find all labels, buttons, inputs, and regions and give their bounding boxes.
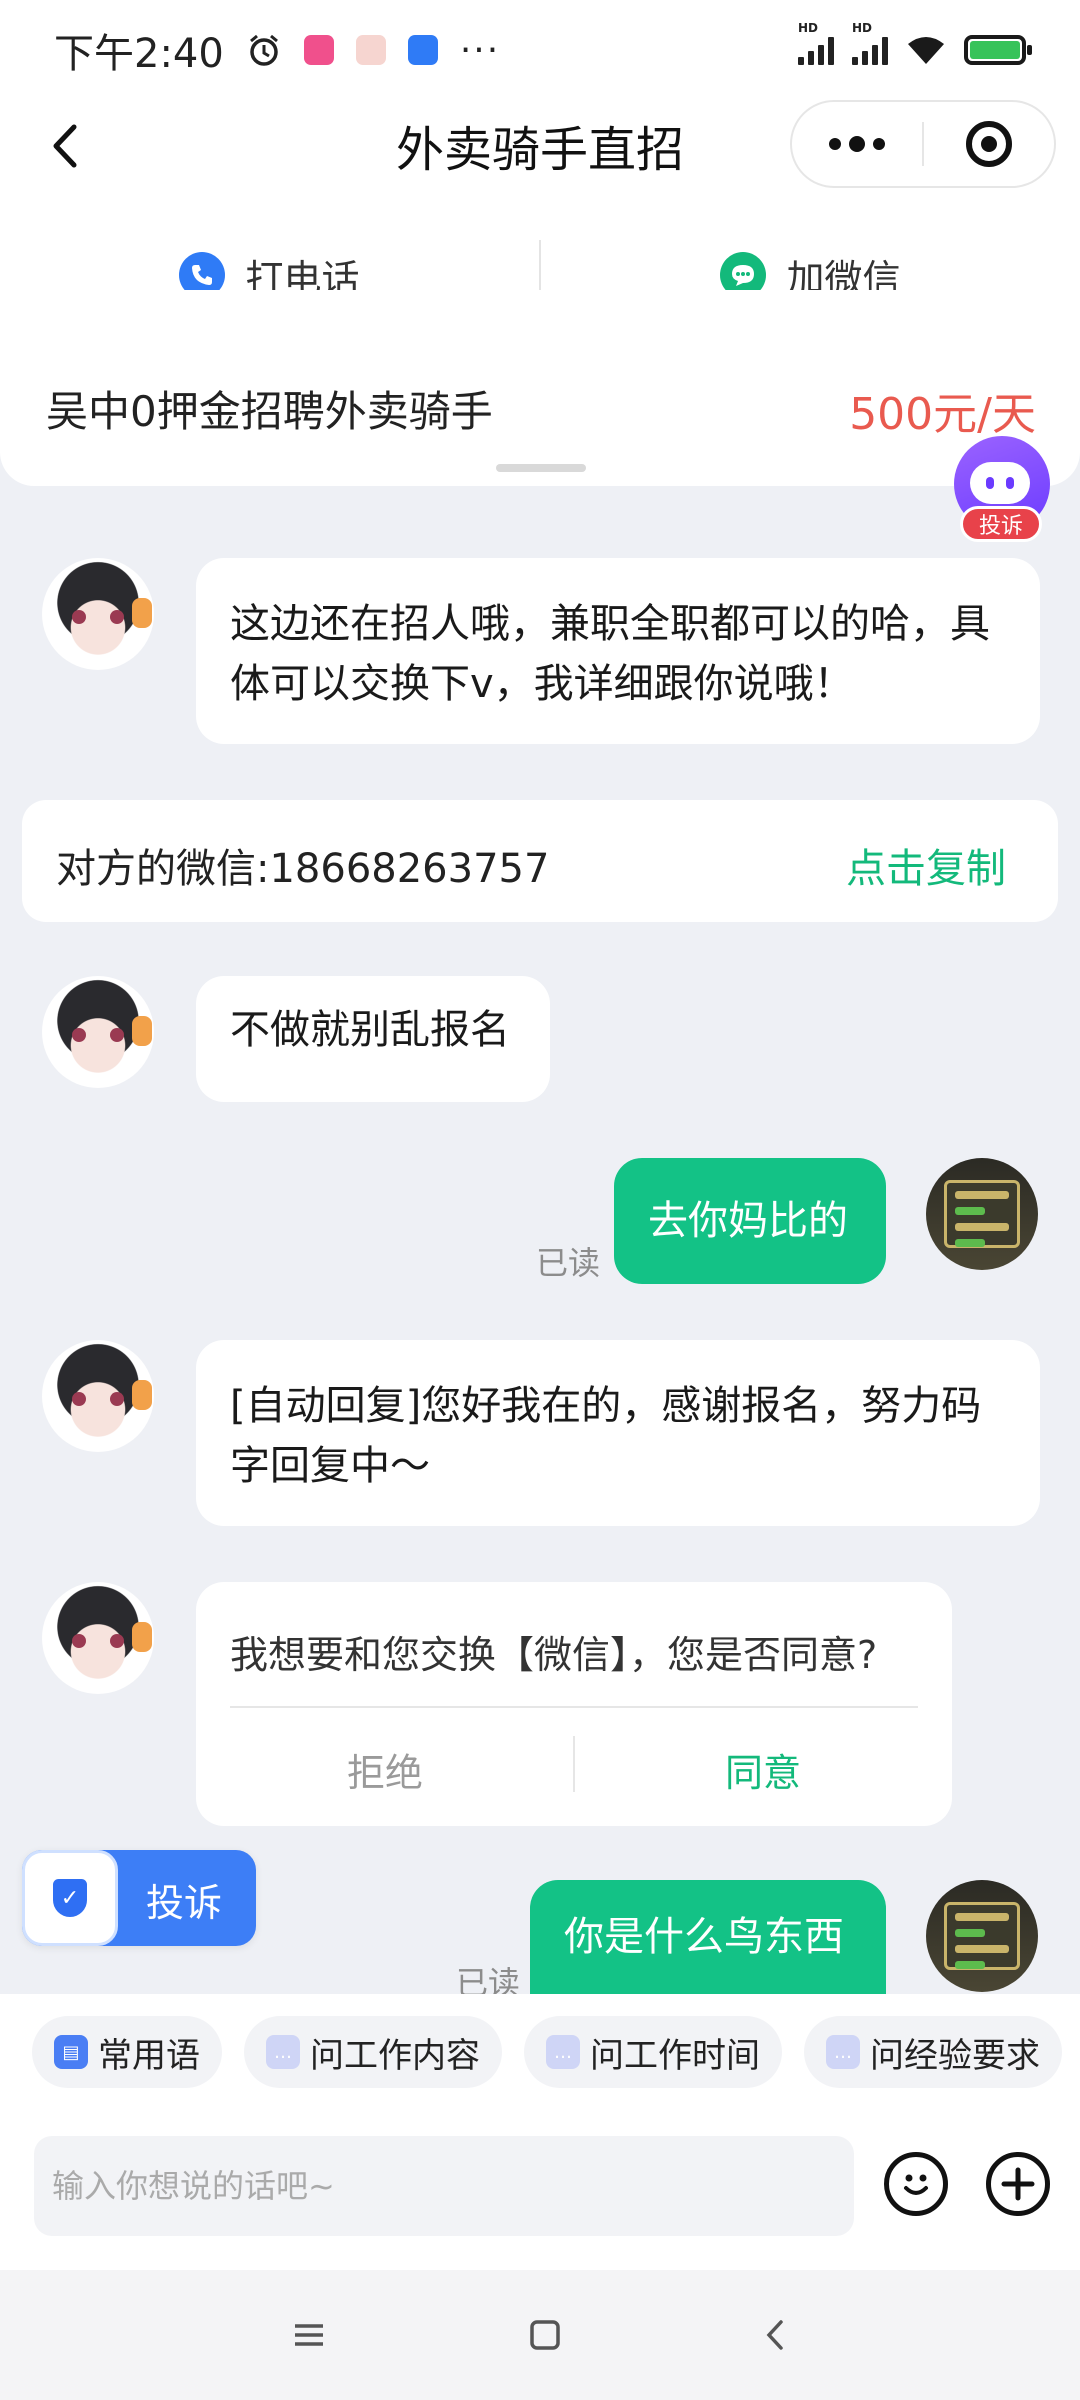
chip-label: 问经验要求 [870,2035,1040,2076]
wechat-id-label: 对方的微信:18668263757 [56,846,550,892]
message-bubble: 这边还在招人哦，兼职全职都可以的哈，具体可以交换下v，我详细跟你说哦！ [196,558,1040,744]
job-card[interactable]: 吴中0押金招聘外卖骑手 500元/天 [0,290,1080,486]
mini-program-capsule [790,100,1056,188]
book-icon: ▤ [54,2035,88,2069]
plus-button[interactable] [986,2152,1050,2216]
quick-reply-chips: ▤ 常用语 … 问工作内容 … 问工作时间 … 问经验要求 [32,2016,1062,2088]
battery-icon [964,35,1032,65]
status-right: HD HD [798,21,1032,66]
read-receipt: 已读 [536,1244,601,1282]
chat-icon: … [266,2035,300,2069]
avatar[interactable] [42,558,154,670]
chip-common-phrases[interactable]: ▤ 常用语 [32,2016,222,2088]
signal-icon: HD [852,21,888,65]
job-salary: 500元/天 [849,389,1036,440]
robot-face [970,462,1030,504]
status-bar: 下午2:40 ··· HD HD [0,0,1080,100]
app-notification-icon [303,35,334,65]
header: 外卖骑手直招 打电话 加微信 [0,100,1080,310]
chip-ask-work-hours[interactable]: … 问工作时间 [524,2016,782,2088]
wechat-id-card: 对方的微信:18668263757 点击复制 [22,800,1058,922]
drag-handle[interactable] [496,464,586,472]
back-icon[interactable] [761,2317,791,2353]
avatar[interactable] [42,976,154,1088]
copy-button[interactable]: 点击复制 [846,836,1006,894]
report-label: 投诉 [146,1881,223,1925]
wifi-icon [908,37,944,64]
shield-icon-wrap: ✓ [22,1850,118,1946]
refuse-button[interactable]: 拒绝 [196,1742,574,1797]
app-notification-icon [407,35,438,65]
shield-check-icon: ✓ [53,1879,87,1917]
status-left: 下午2:40 ··· [54,21,500,79]
my-avatar[interactable] [926,1880,1038,1992]
avatar[interactable] [42,1582,154,1694]
complaint-bot-button[interactable]: 投诉 [952,436,1052,546]
complaint-tag: 投诉 [960,506,1042,542]
emoji-button[interactable] [884,2152,948,2216]
wechat-exchange-request: 我想要和您交换【微信】，您是否同意? 拒绝 同意 [196,1582,952,1826]
my-message-bubble: 你是什么鸟东西 [530,1880,886,1994]
chat-icon: … [546,2035,580,2069]
my-message-bubble: 去你妈比的 [614,1158,886,1284]
plus-icon [1001,2167,1035,2201]
divider [230,1706,918,1708]
signal-icon: HD [798,21,834,65]
more-options-button[interactable] [792,136,922,152]
job-title: 吴中0押金招聘外卖骑手 [46,387,493,436]
message-bubble: [自动回复]您好我在的，感谢报名，努力码字回复中～ [196,1340,1040,1526]
message-input[interactable] [34,2136,854,2236]
system-nav-bar [0,2270,1080,2400]
home-icon[interactable] [527,2317,563,2353]
smiley-icon [904,2174,928,2195]
message-bubble: 不做就别乱报名 [196,976,550,1102]
hd-label: HD [798,21,819,35]
agree-button[interactable]: 同意 [574,1742,952,1797]
chip-label: 问工作时间 [590,2035,760,2076]
status-time: 下午2:40 [54,31,224,77]
chip-label: 常用语 [98,2035,200,2076]
close-button[interactable] [924,121,1054,167]
report-button[interactable]: ✓ 投诉 [22,1850,256,1946]
input-area: ▤ 常用语 … 问工作内容 … 问工作时间 … 问经验要求 [0,1994,1080,2270]
my-avatar[interactable] [926,1158,1038,1270]
target-icon [965,121,1012,167]
heart-notification-icon [355,35,386,65]
more-notifications-icon: ··· [459,29,501,71]
chat-icon: … [826,2035,860,2069]
hd-label: HD [852,21,873,35]
menu-icon[interactable] [289,2318,329,2352]
chip-ask-experience[interactable]: … 问经验要求 [804,2016,1062,2088]
chip-label: 问工作内容 [310,2035,480,2076]
avatar[interactable] [42,1340,154,1452]
exchange-question: 我想要和您交换【微信】，您是否同意? [230,1633,878,1677]
alarm-icon [249,34,278,66]
chip-ask-job-content[interactable]: … 问工作内容 [244,2016,502,2088]
